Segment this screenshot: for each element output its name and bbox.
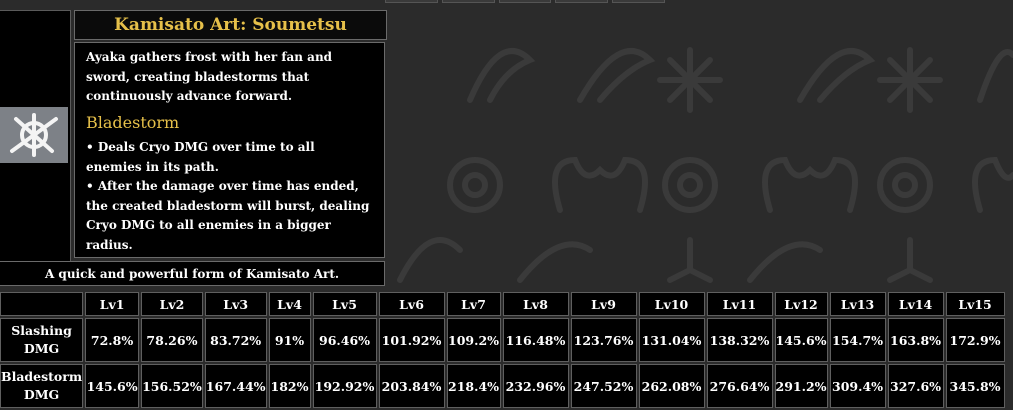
top-tab	[498, 0, 552, 3]
value-cell: 309.4%	[829, 364, 886, 408]
level-header: Lv10	[638, 292, 705, 316]
level-header: Lv8	[502, 292, 569, 316]
top-tab	[612, 0, 665, 3]
table-row: Bladestorm DMG 145.6% 156.52% 167.44% 18…	[0, 364, 1005, 408]
value-cell: 276.64%	[706, 364, 773, 408]
skill-icon-panel	[0, 10, 71, 262]
value-cell: 247.52%	[570, 364, 637, 408]
value-cell: 78.26%	[141, 318, 203, 362]
top-tab	[385, 0, 438, 3]
value-cell: 182%	[268, 364, 311, 408]
value-cell: 145.6%	[85, 364, 140, 408]
skill-title: Kamisato Art: Soumetsu	[74, 10, 387, 40]
skill-bullet-1: • Deals Cryo DMG over time to all enemie…	[86, 140, 315, 174]
top-tab	[555, 0, 609, 3]
row-label: Slashing DMG	[0, 318, 84, 362]
level-header: Lv1	[85, 292, 140, 316]
level-header: Lv11	[706, 292, 773, 316]
level-header: Lv4	[268, 292, 311, 316]
table-row: Slashing DMG 72.8% 78.26% 83.72% 91% 96.…	[0, 318, 1005, 362]
value-cell: 327.6%	[887, 364, 944, 408]
value-cell: 96.46%	[312, 318, 377, 362]
value-cell: 101.92%	[378, 318, 445, 362]
row-label-line: Bladestorm	[1, 369, 83, 384]
value-cell: 131.04%	[638, 318, 705, 362]
value-cell: 232.96%	[502, 364, 569, 408]
value-cell: 138.32%	[706, 318, 773, 362]
level-header: Lv14	[887, 292, 944, 316]
skill-subheading: Bladestorm	[86, 112, 180, 132]
skill-description-panel: Ayaka gathers frost with her fan and swo…	[74, 42, 385, 258]
value-cell: 291.2%	[774, 364, 828, 408]
value-cell: 156.52%	[141, 364, 203, 408]
skill-description: Ayaka gathers frost with her fan and swo…	[86, 50, 333, 103]
value-cell: 167.44%	[204, 364, 267, 408]
value-cell: 116.48%	[502, 318, 569, 362]
top-tab	[441, 0, 495, 3]
skill-stats-table: Lv1 Lv2 Lv3 Lv4 Lv5 Lv6 Lv7 Lv8 Lv9 Lv10…	[0, 290, 1007, 410]
value-cell: 154.7%	[829, 318, 886, 362]
value-cell: 72.8%	[85, 318, 140, 362]
value-cell: 262.08%	[638, 364, 705, 408]
top-tab-strip	[385, 0, 665, 3]
table-header-row: Lv1 Lv2 Lv3 Lv4 Lv5 Lv6 Lv7 Lv8 Lv9 Lv10…	[0, 292, 1005, 316]
level-header: Lv5	[312, 292, 377, 316]
value-cell: 109.2%	[446, 318, 501, 362]
level-header: Lv12	[774, 292, 828, 316]
row-label: Bladestorm DMG	[0, 364, 84, 408]
level-header: Lv6	[378, 292, 445, 316]
row-label-line: Slashing	[11, 323, 72, 338]
value-cell: 83.72%	[204, 318, 267, 362]
value-cell: 218.4%	[446, 364, 501, 408]
value-cell: 345.8%	[945, 364, 1005, 408]
value-cell: 91%	[268, 318, 311, 362]
level-header: Lv13	[829, 292, 886, 316]
value-cell: 203.84%	[378, 364, 445, 408]
skill-summary: A quick and powerful form of Kamisato Ar…	[0, 261, 385, 286]
level-header: Lv7	[446, 292, 501, 316]
value-cell: 192.92%	[312, 364, 377, 408]
row-label-line: DMG	[23, 341, 60, 356]
value-cell: 172.9%	[945, 318, 1005, 362]
level-header: Lv3	[204, 292, 267, 316]
skill-bullet-2: • After the damage over time has ended, …	[86, 179, 370, 252]
value-cell: 145.6%	[774, 318, 828, 362]
value-cell: 163.8%	[887, 318, 944, 362]
level-header: Lv2	[141, 292, 203, 316]
table-corner-cell	[0, 292, 84, 316]
value-cell: 123.76%	[570, 318, 637, 362]
burst-slash-icon	[0, 107, 68, 163]
level-header: Lv9	[570, 292, 637, 316]
level-header: Lv15	[945, 292, 1005, 316]
